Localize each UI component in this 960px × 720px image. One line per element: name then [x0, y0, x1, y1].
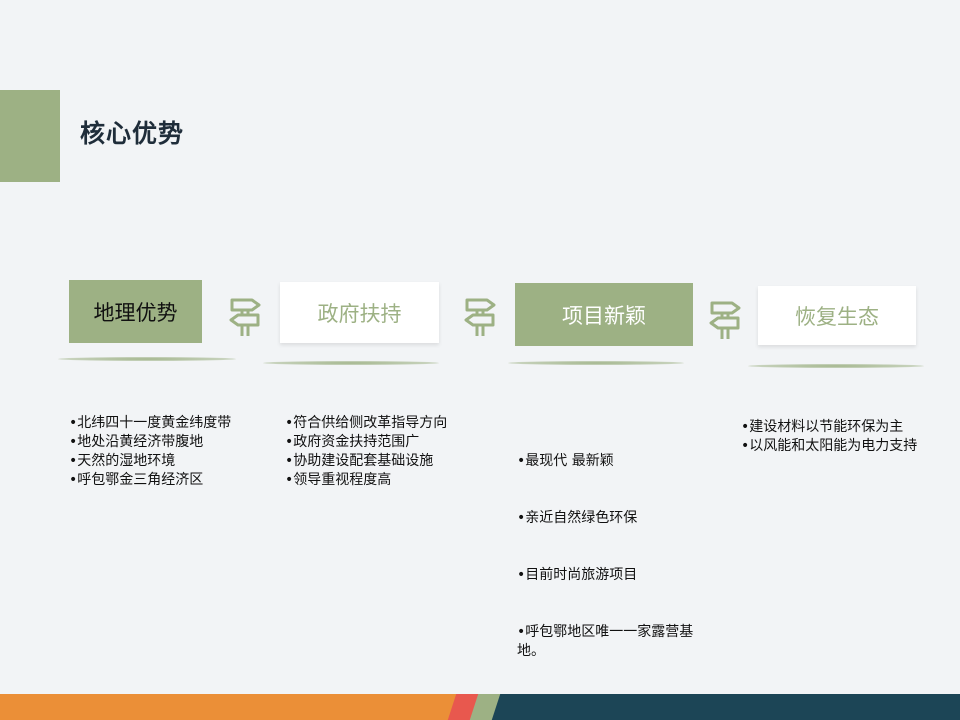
list-item: •政府资金扶持范围广: [285, 434, 420, 450]
bullet-list-geography: •北纬四十一度黄金纬度带 •地处沿黄经济带腹地 •天然的湿地环境 •呼包鄂金三角…: [69, 414, 231, 490]
step-box-geography: 地理优势: [69, 280, 202, 343]
bullet-list-ecology-restoration: •建设材料以节能环保为主 •以风能和太阳能为电力支持: [741, 418, 917, 456]
step-shadow-novel-project: [508, 361, 684, 365]
list-item: •呼包鄂金三角经济区: [69, 472, 204, 488]
list-item: •呼包鄂地区唯一一家露营基地。: [517, 624, 694, 659]
title-accent-bar: [0, 90, 60, 182]
step-shadow-ecology-restoration: [748, 364, 924, 368]
step-label-novel-project: 项目新颖: [562, 303, 646, 328]
list-item: •北纬四十一度黄金纬度带: [69, 415, 232, 431]
list-item: •天然的湿地环境: [69, 453, 176, 469]
list-item: •最现代 最新颖: [517, 453, 614, 469]
step-shadow-government-support: [263, 361, 439, 365]
step-label-government-support: 政府扶持: [317, 301, 402, 326]
step-box-government-support: 政府扶持: [280, 282, 439, 343]
list-item: •建设材料以节能环保为主: [741, 419, 904, 435]
step-box-ecology-restoration: 恢复生态: [758, 286, 916, 345]
list-item: •亲近自然绿色环保: [517, 510, 638, 526]
signpost-icon: [709, 301, 741, 339]
footer-color-band: [0, 694, 960, 720]
footer-orange-segment: [0, 694, 480, 720]
list-item: •以风能和太阳能为电力支持: [741, 438, 918, 454]
step-box-novel-project: 项目新颖: [515, 283, 693, 346]
list-item: •符合供给侧改革指导方向: [285, 415, 448, 431]
list-item: •地处沿黄经济带腹地: [69, 434, 204, 450]
list-item: •领导重视程度高: [285, 472, 392, 488]
slide-title: 核心优势: [80, 119, 185, 148]
list-item: •协助建设配套基础设施: [285, 453, 434, 469]
list-item: •目前时尚旅游项目: [517, 567, 638, 583]
bullet-list-government-support: •符合供给侧改革指导方向 •政府资金扶持范围广 •协助建设配套基础设施 •领导重…: [285, 414, 447, 490]
step-shadow-geography: [58, 357, 236, 361]
signpost-icon: [464, 298, 496, 336]
footer-navy-segment: [491, 694, 960, 720]
bullet-list-novel-project: •最现代 最新颖 •亲近自然绿色环保 •目前时尚旅游项目 •呼包鄂地区唯一一家露…: [517, 414, 707, 680]
step-label-geography: 地理优势: [93, 300, 178, 325]
signpost-icon: [229, 298, 261, 336]
step-label-ecology-restoration: 恢复生态: [795, 304, 879, 329]
